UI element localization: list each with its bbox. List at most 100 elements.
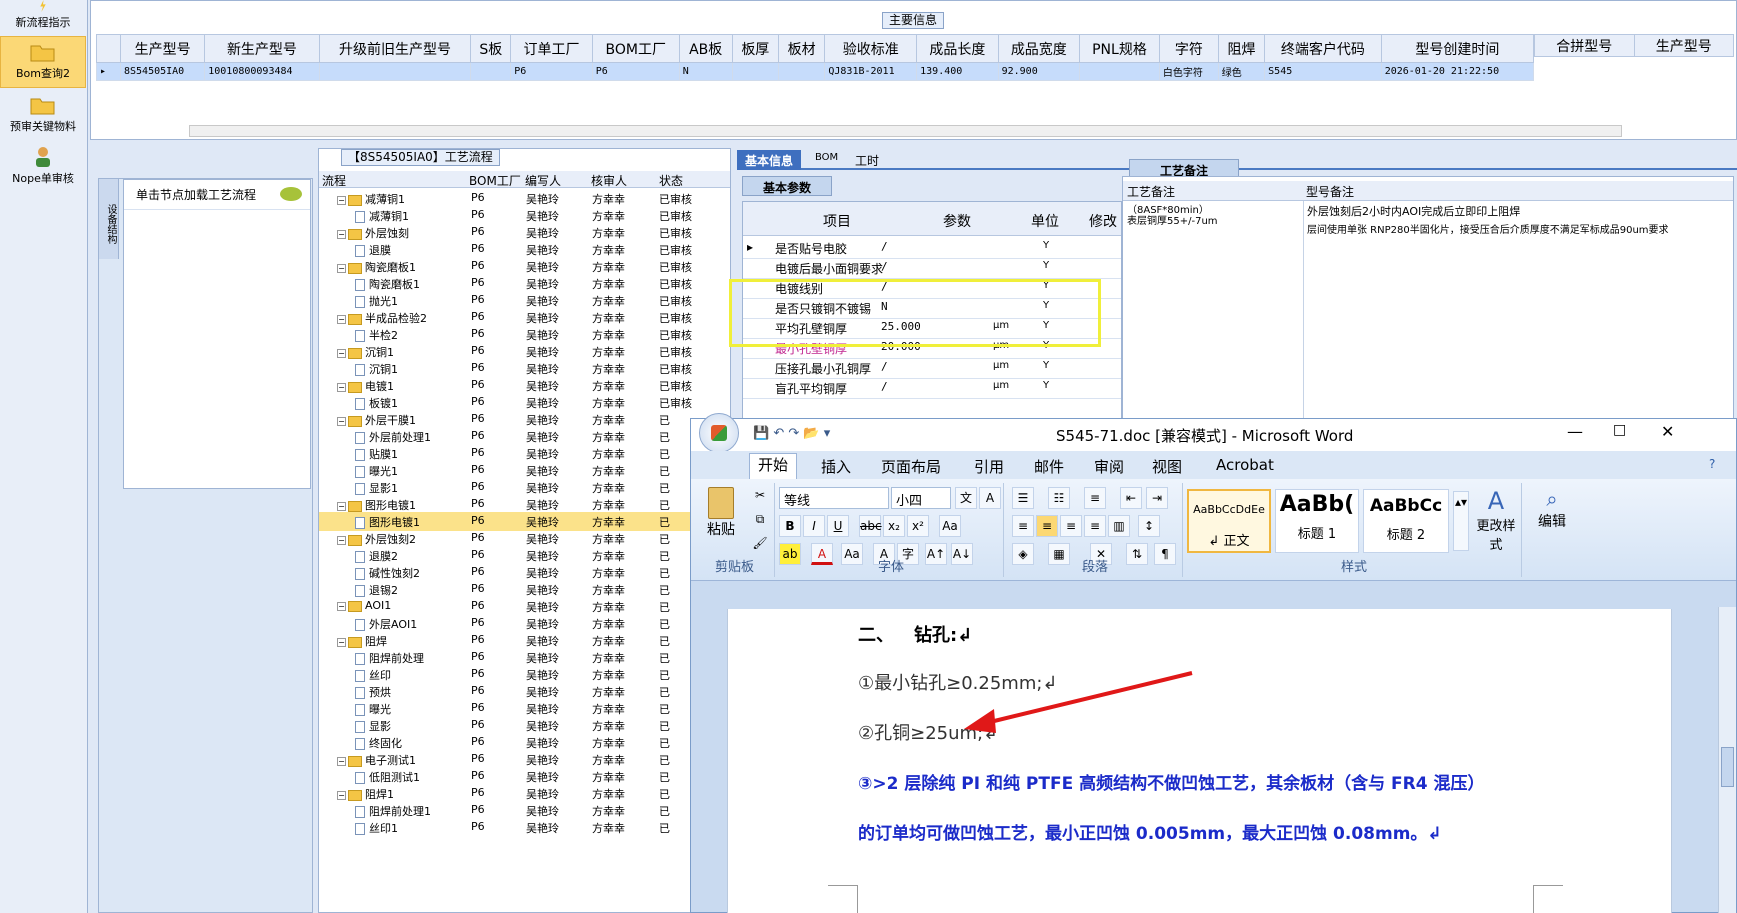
flow-node[interactable]: 曝光 xyxy=(355,701,391,717)
flow-node[interactable]: − 图形电镀1 xyxy=(337,497,416,513)
styles-scroll[interactable]: ▴▾ xyxy=(1453,491,1469,551)
main-info-col-header[interactable]: PNL规格 xyxy=(1079,34,1160,63)
main-info-cell[interactable]: QJ831B-2011 xyxy=(824,62,918,81)
flow-node[interactable]: 阻焊前处理 xyxy=(355,650,424,666)
flow-node[interactable]: − AOI1 xyxy=(337,599,391,612)
style-normal[interactable]: AaBbCcDdEe ↲ 正文 xyxy=(1187,489,1271,553)
param-item-cell[interactable]: 是否贴号电胶 xyxy=(775,240,847,257)
tab-review[interactable]: 审阅 xyxy=(1094,456,1124,477)
collapse-icon[interactable]: − xyxy=(337,348,346,358)
close-button[interactable]: ✕ xyxy=(1661,422,1674,441)
numbering-icon[interactable]: ☷ xyxy=(1048,487,1070,509)
param-row[interactable]: 压接孔最小孔铜厚 / μm Y xyxy=(743,357,1121,379)
flow-node[interactable]: 退膜 xyxy=(355,242,391,258)
flow-row[interactable]: 丝印1 P6 吴艳玲 方幸幸 已 xyxy=(319,818,730,837)
param-unit-cell[interactable]: μm xyxy=(993,380,1009,391)
param-value-cell[interactable]: / xyxy=(881,380,888,393)
subscript-icon[interactable]: x₂ xyxy=(883,515,905,537)
flow-node[interactable]: 板镀1 xyxy=(355,395,398,411)
tab-basic-info[interactable]: 基本信息 xyxy=(737,150,802,170)
clear-format-icon[interactable]: Aa xyxy=(939,515,961,537)
main-info-col-header[interactable]: 板厚 xyxy=(731,34,780,63)
main-info-cell[interactable]: P6 xyxy=(591,62,680,81)
strikethrough-icon[interactable]: abc xyxy=(859,515,882,537)
multilevel-list-icon[interactable]: ≡ xyxy=(1084,487,1106,509)
align-right-icon[interactable]: ≡ xyxy=(1060,515,1082,537)
word-vscrollbar[interactable] xyxy=(1718,607,1736,913)
param-unit-cell[interactable]: μm xyxy=(993,360,1009,371)
underline-icon[interactable]: U xyxy=(827,515,849,537)
flow-node[interactable]: 外层前处理1 xyxy=(355,429,431,445)
document-page[interactable]: 二、 钻孔:↲ ①最小钻孔≥0.25mm;↲ ②孔铜≥25um;↲ ③>2 层除… xyxy=(727,609,1672,913)
main-info-col-header[interactable]: 新生产型号 xyxy=(204,34,320,63)
main-info-col-header[interactable]: 成品宽度 xyxy=(997,34,1081,63)
main-info-col-header[interactable]: 型号创建时间 xyxy=(1380,34,1535,63)
collapse-icon[interactable]: − xyxy=(337,314,346,324)
param-value-cell[interactable]: / xyxy=(881,240,888,253)
flow-node[interactable]: 沉铜1 xyxy=(355,361,398,377)
tab-insert[interactable]: 插入 xyxy=(821,456,851,477)
main-info-cell[interactable]: 8S54505IA0 xyxy=(119,62,206,81)
flow-node[interactable]: 减薄铜1 xyxy=(355,208,409,224)
main-info-col-header[interactable]: AB板 xyxy=(678,34,733,63)
cut-icon[interactable]: ✂ xyxy=(749,485,771,507)
char-border-icon[interactable]: A xyxy=(979,487,1001,509)
line-spacing-icon[interactable]: ↕ xyxy=(1138,515,1160,537)
flow-node[interactable]: 预烘 xyxy=(355,684,391,700)
main-info-cell[interactable]: S545 xyxy=(1264,62,1382,81)
flow-node[interactable]: 贴膜1 xyxy=(355,446,398,462)
main-info-col-header[interactable]: 订单工厂 xyxy=(510,34,593,63)
main-info-col-header[interactable]: 终端客户代码 xyxy=(1264,34,1382,63)
collapse-icon[interactable]: − xyxy=(337,535,346,545)
new-flow-indicator-button[interactable]: 新流程指示 xyxy=(0,0,86,30)
flow-node[interactable]: 曝光1 xyxy=(355,463,398,479)
align-center-icon[interactable]: ≡ xyxy=(1036,515,1058,537)
main-info-cell[interactable] xyxy=(318,62,472,81)
flow-node[interactable]: − 电镀1 xyxy=(337,378,394,394)
flow-node[interactable]: − 阻焊 xyxy=(337,633,387,649)
flow-node[interactable]: − 阻焊1 xyxy=(337,786,394,802)
font-name-select[interactable]: 等线 xyxy=(779,487,889,509)
main-info-cell[interactable]: 白色字符 xyxy=(1158,62,1219,81)
main-info-col-header[interactable]: 升级前旧生产型号 xyxy=(318,34,472,63)
param-row[interactable]: ▸ 是否贴号电胶 / Y xyxy=(743,237,1121,259)
flow-node[interactable]: 丝印1 xyxy=(355,820,398,836)
style-heading1[interactable]: AaBb( 标题 1 xyxy=(1275,489,1359,553)
param-mod-cell[interactable]: Y xyxy=(1043,240,1049,251)
main-info-cell[interactable] xyxy=(731,62,780,81)
collapse-icon[interactable]: − xyxy=(337,229,346,239)
param-value-cell[interactable]: / xyxy=(881,260,888,273)
main-info-col-header[interactable]: 阻焊 xyxy=(1217,34,1266,63)
help-icon[interactable]: ? xyxy=(1709,457,1715,471)
collapse-icon[interactable]: − xyxy=(337,416,346,426)
pre-review-materials-button[interactable]: 预审关键物料 xyxy=(0,94,86,140)
format-painter-icon[interactable]: 🖌 xyxy=(749,533,771,555)
change-styles-button[interactable]: A 更改样式 xyxy=(1471,487,1521,553)
tab-mailings[interactable]: 邮件 xyxy=(1034,456,1064,477)
main-info-col-header[interactable]: BOM工厂 xyxy=(591,34,680,63)
collapse-icon[interactable]: − xyxy=(337,637,346,647)
editing-button[interactable]: ⌕ 编辑 xyxy=(1531,487,1573,531)
copy-icon[interactable]: ⧉ xyxy=(749,509,771,531)
param-value-cell[interactable]: / xyxy=(881,360,888,373)
main-info-cell[interactable]: N xyxy=(678,62,733,81)
superscript-icon[interactable]: x² xyxy=(907,515,929,537)
flow-node[interactable]: 陶瓷磨板1 xyxy=(355,276,420,292)
collapse-icon[interactable]: − xyxy=(337,601,346,611)
param-mod-cell[interactable]: Y xyxy=(1043,380,1049,391)
distributed-icon[interactable]: ▥ xyxy=(1108,515,1130,537)
param-mod-cell[interactable]: Y xyxy=(1043,260,1049,271)
flow-node[interactable]: − 外层蚀刻 xyxy=(337,225,409,241)
main-info-col-header[interactable]: 板材 xyxy=(777,34,826,63)
param-row[interactable]: 电镀后最小面铜要求 / Y xyxy=(743,257,1121,279)
tab-home[interactable]: 开始 xyxy=(749,453,798,479)
main-info-cell[interactable] xyxy=(470,62,512,81)
flow-node[interactable]: − 电子测试1 xyxy=(337,752,416,768)
word-scroll-thumb[interactable] xyxy=(1721,747,1734,787)
collapse-icon[interactable]: − xyxy=(337,195,346,205)
flow-node[interactable]: 碱性蚀刻2 xyxy=(355,565,420,581)
flow-node[interactable]: − 半成品检验2 xyxy=(337,310,427,326)
style-heading2[interactable]: AaBbCc 标题 2 xyxy=(1363,489,1449,553)
bullets-icon[interactable]: ☰ xyxy=(1012,487,1034,509)
main-info-cell[interactable] xyxy=(1079,62,1160,81)
